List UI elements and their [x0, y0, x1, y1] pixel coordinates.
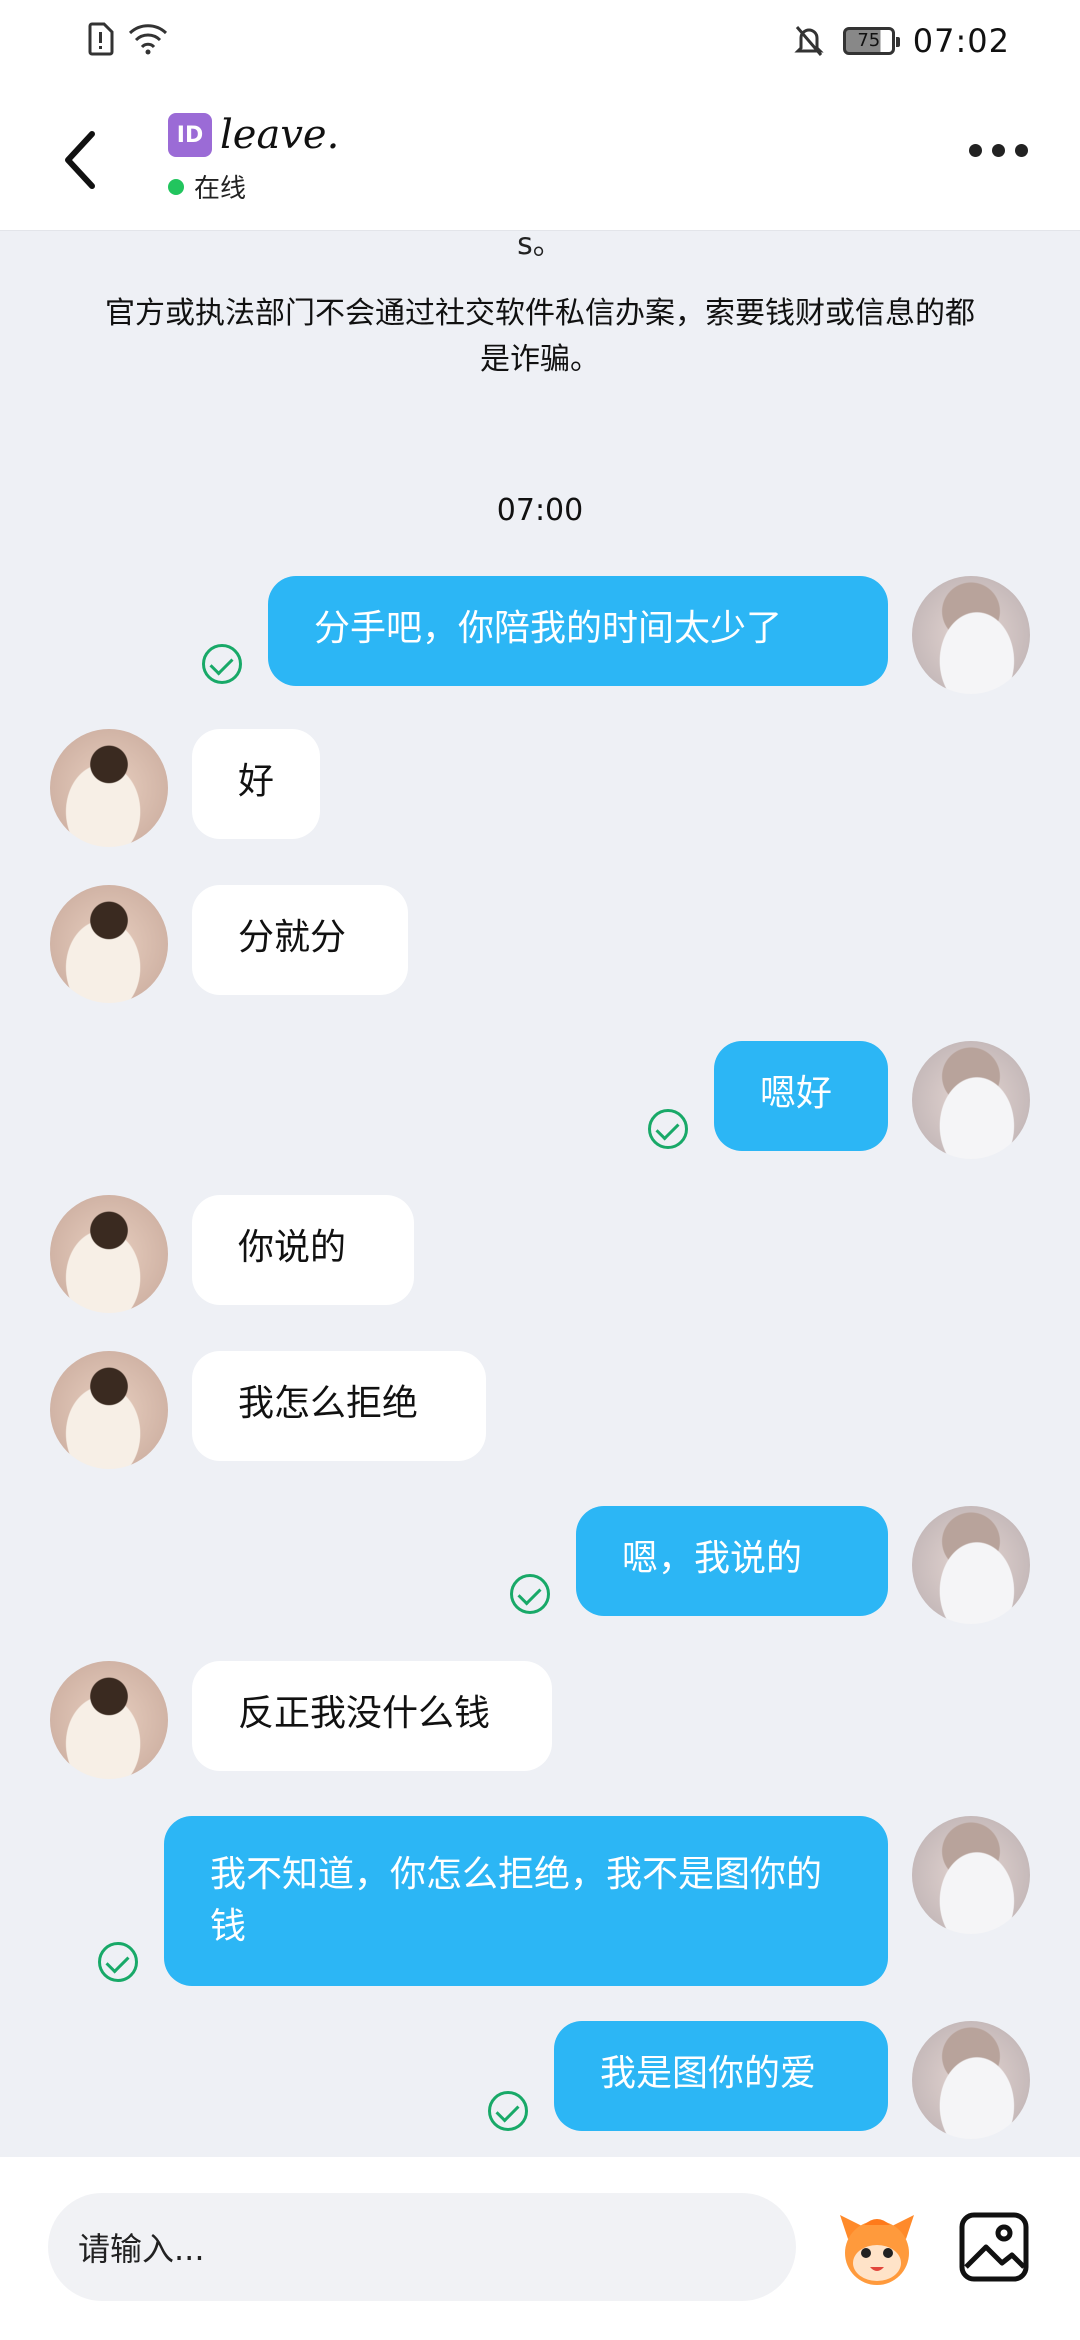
back-arrow-icon [65, 131, 95, 189]
message-bubble-self[interactable]: 分手吧，你陪我的时间太少了 [268, 576, 888, 686]
more-button[interactable] [969, 144, 1028, 157]
read-check-icon [648, 1109, 688, 1149]
self-avatar[interactable] [912, 2021, 1030, 2139]
sim-alert-icon [88, 22, 114, 56]
image-picker-button[interactable] [956, 2209, 1032, 2285]
battery-level: 75 [857, 30, 881, 51]
message-bubble-other[interactable]: 好 [192, 729, 320, 839]
contact-avatar[interactable] [50, 729, 168, 847]
title-row: ID leave. [168, 112, 339, 158]
message-timestamp: 07:00 [496, 493, 584, 528]
message-bubble-other[interactable]: 我怎么拒绝 [192, 1351, 486, 1461]
message-bubble-other[interactable]: 分就分 [192, 885, 408, 995]
status-left [86, 22, 168, 56]
self-avatar[interactable] [912, 1506, 1030, 1624]
contact-avatar[interactable] [50, 1195, 168, 1313]
message-input[interactable]: 请输入... [48, 2193, 796, 2301]
contact-avatar[interactable] [50, 1661, 168, 1779]
battery-icon: 75 [842, 27, 900, 55]
mascot-sticker-button[interactable] [834, 2205, 920, 2291]
id-badge: ID [168, 113, 212, 157]
message-list[interactable]: s。 官方或执法部门不会通过社交软件私信办案，索要钱财或信息的都是诈骗。 07:… [0, 231, 1080, 2157]
status-time: 07:02 [912, 22, 1010, 60]
message-bubble-other[interactable]: 你说的 [192, 1195, 414, 1305]
image-picker-icon [959, 2212, 1029, 2282]
read-check-icon [202, 644, 242, 684]
mascot-emoji-icon [840, 2215, 914, 2285]
online-status-label: 在线 [194, 174, 247, 204]
contact-avatar[interactable] [50, 1351, 168, 1469]
chat-header: ID leave. 在线 [0, 84, 1080, 231]
self-avatar[interactable] [912, 576, 1030, 694]
clipped-notice-text: s。 [517, 231, 563, 262]
status-right: 75 07:02 [793, 22, 1010, 60]
read-check-icon [510, 1574, 550, 1614]
contact-avatar[interactable] [50, 885, 168, 1003]
read-check-icon [98, 1942, 138, 1982]
message-bubble-self[interactable]: 我是图你的爱 [554, 2021, 888, 2131]
message-bubble-self[interactable]: 嗯，我说的 [576, 1506, 888, 1616]
anti-fraud-notice: 官方或执法部门不会通过社交软件私信办案，索要钱财或信息的都是诈骗。 [105, 296, 975, 377]
message-input-placeholder: 请输入... [78, 2230, 205, 2268]
wifi-icon [128, 24, 168, 55]
back-button[interactable] [52, 120, 112, 200]
contact-info[interactable]: ID leave. 在线 [168, 112, 339, 205]
online-dot [168, 178, 184, 195]
self-avatar[interactable] [912, 1041, 1030, 1159]
more-dot [992, 144, 1005, 157]
self-avatar[interactable] [912, 1816, 1030, 1934]
online-status: 在线 [168, 168, 339, 205]
chat-screen: 75 07:02 ID leave. 在线 s。 官方或执法部门不会通过社交软件… [0, 0, 1080, 2340]
status-bar: 75 07:02 [0, 0, 1080, 84]
message-bubble-self[interactable]: 我不知道，你怎么拒绝，我不是图你的钱 [164, 1816, 888, 1986]
message-bubble-self[interactable]: 嗯好 [714, 1041, 888, 1151]
more-dot [1015, 144, 1028, 157]
input-bar: 请输入... [0, 2157, 1080, 2340]
bell-off-icon [794, 26, 824, 56]
message-bubble-other[interactable]: 反正我没什么钱 [192, 1661, 552, 1771]
read-check-icon [488, 2091, 528, 2131]
contact-name: leave. [220, 112, 340, 158]
more-dots-icon [969, 144, 982, 157]
